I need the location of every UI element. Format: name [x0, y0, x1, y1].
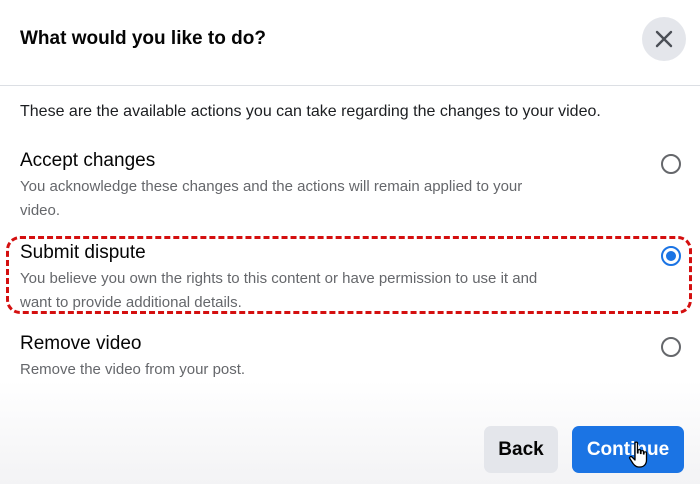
radio-remove-video[interactable] [661, 337, 681, 357]
back-button[interactable]: Back [484, 426, 558, 473]
option-description: Remove the video from your post. [20, 358, 640, 382]
option-title: Accept changes [20, 150, 156, 171]
close-button[interactable] [642, 17, 686, 61]
dialog-title: What would you like to do? [20, 28, 266, 49]
option-description-line: video. [20, 202, 61, 219]
radio-submit-dispute[interactable] [661, 246, 681, 266]
radio-accept-changes[interactable] [661, 154, 681, 174]
dialog: What would you like to do? These are the… [0, 0, 700, 484]
hand-cursor-icon [628, 441, 648, 468]
option-remove-video[interactable]: Remove video Remove the video from your … [20, 332, 640, 382]
dialog-header: What would you like to do? [0, 0, 700, 86]
option-accept-changes[interactable]: Accept changes You acknowledge these cha… [20, 149, 640, 223]
option-description-line: You believe you own the rights to this c… [20, 270, 538, 287]
intro-text: These are the available actions you can … [20, 103, 601, 120]
option-submit-dispute[interactable]: Submit dispute You believe you own the r… [20, 241, 640, 315]
option-description: You believe you own the rights to this c… [20, 267, 640, 315]
option-title: Remove video [20, 333, 142, 354]
close-icon [655, 30, 673, 48]
option-description: You acknowledge these changes and the ac… [20, 175, 640, 223]
option-title: Submit dispute [20, 242, 146, 263]
option-description-line: want to provide additional details. [20, 294, 242, 311]
option-description-line: Remove the video from your post. [20, 361, 246, 378]
option-description-line: You acknowledge these changes and the ac… [20, 178, 523, 195]
